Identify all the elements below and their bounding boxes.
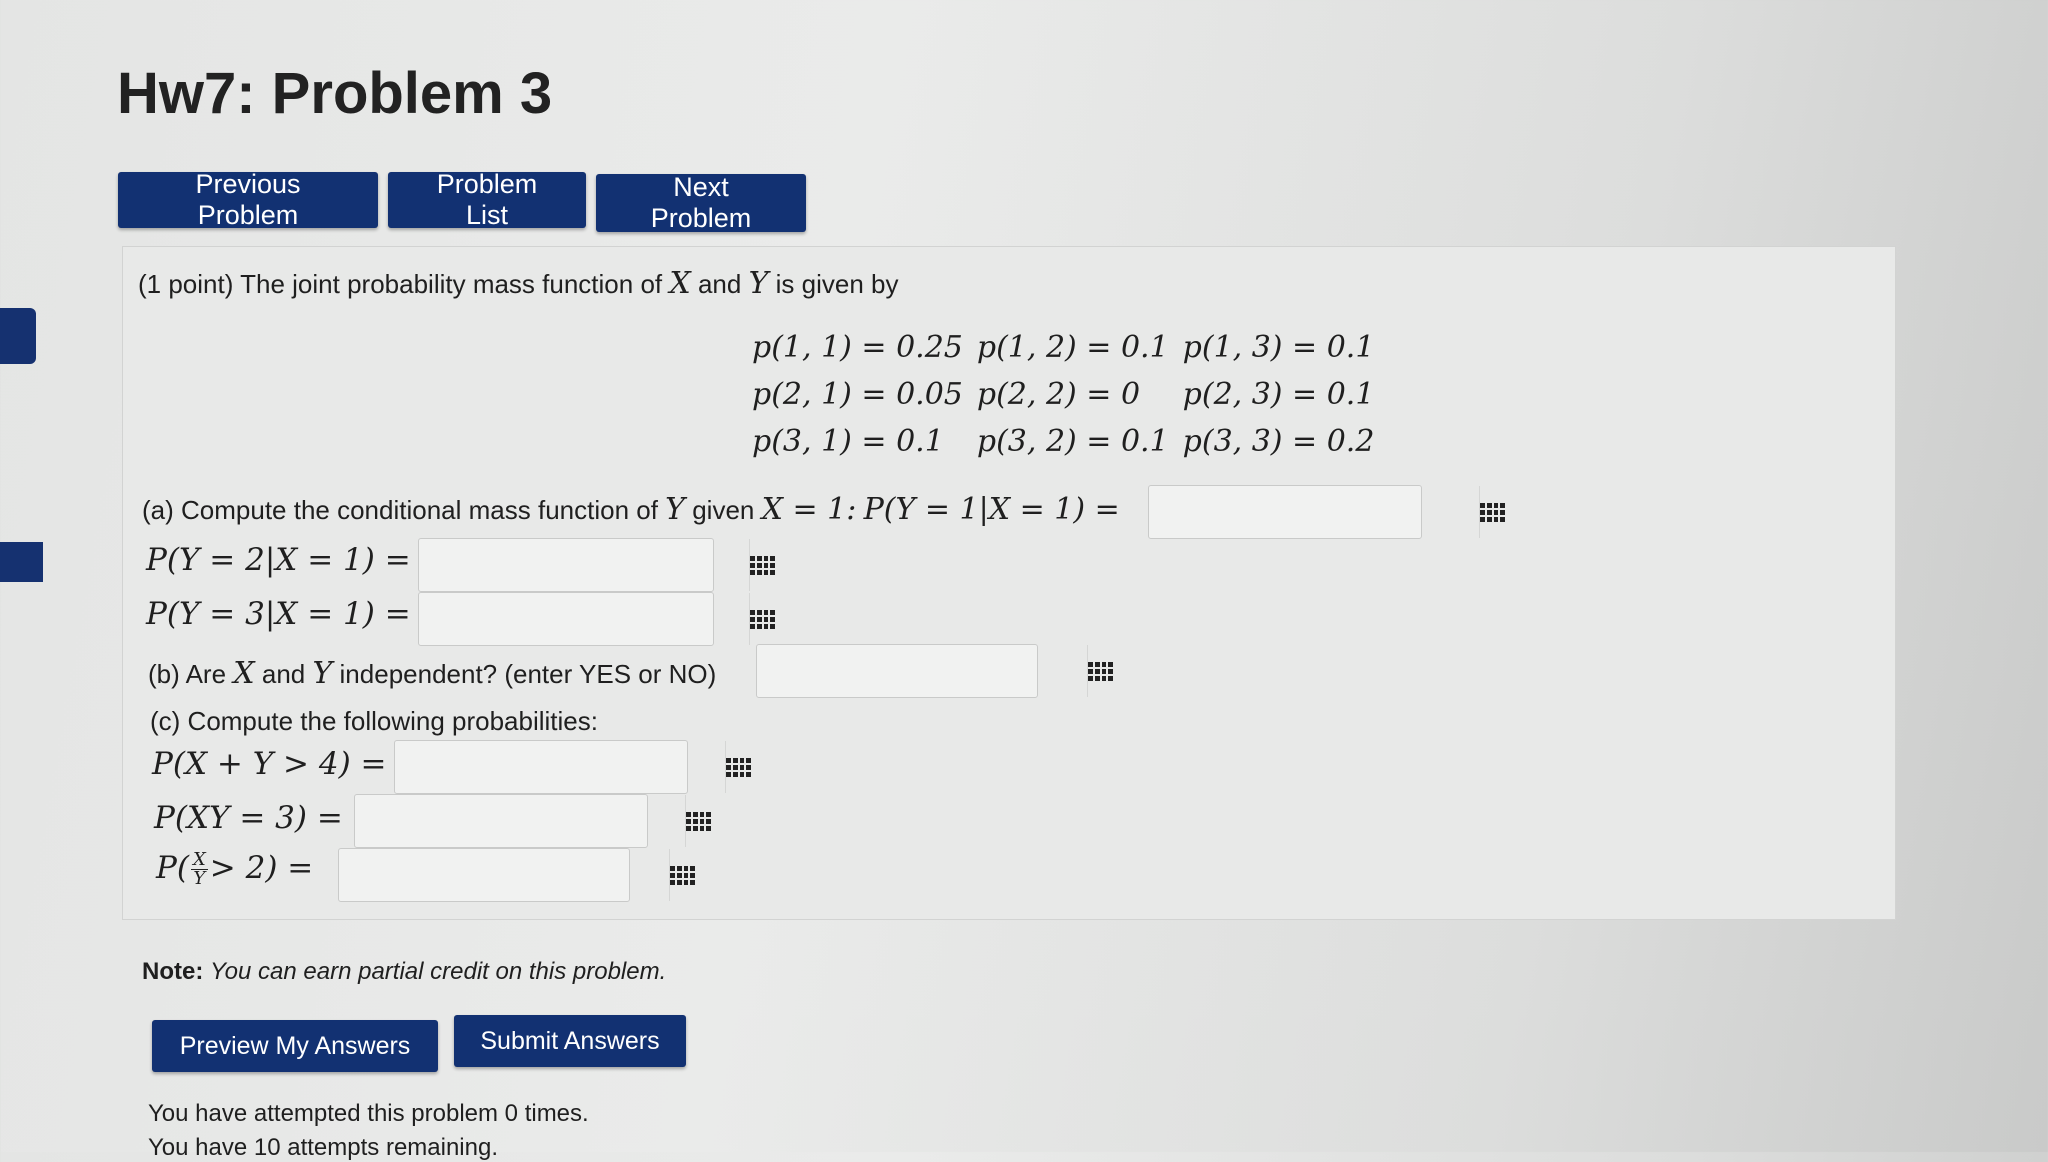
- side-tab-lower[interactable]: [0, 542, 43, 582]
- part-b-question: (b) Are X and Y independent? (enter YES …: [148, 656, 716, 691]
- part-c-eq3-label: P(X Y > 2) =: [156, 850, 313, 888]
- answer-a3-input[interactable]: [419, 593, 749, 645]
- pmf-cell: p(1, 3) = 0.1: [1182, 330, 1375, 365]
- part-b-prefix: (b) Are: [148, 659, 227, 689]
- var-x: X: [669, 266, 691, 301]
- part-c-question: (c) Compute the following probabilities:: [150, 706, 598, 736]
- part-a-eq2-label: P(Y = 2|X = 1) =: [146, 542, 411, 578]
- part-b-and: and: [261, 659, 306, 689]
- grid-icon: [750, 609, 775, 629]
- answer-c1-input[interactable]: [395, 741, 725, 793]
- part-b-suffix: independent? (enter YES or NO): [339, 659, 717, 689]
- intro-and: and: [697, 269, 742, 299]
- grid-icon: [1480, 502, 1505, 522]
- problem-navigation: Previous Problem Problem List Next Probl…: [118, 169, 806, 233]
- answer-c3-input[interactable]: [339, 849, 669, 901]
- equation-tool-button[interactable]: [749, 539, 775, 591]
- submit-answers-button[interactable]: Submit Answers: [454, 1015, 686, 1067]
- fraction-denominator: Y: [193, 868, 206, 889]
- pmf-cell: p(3, 3) = 0.2: [1182, 424, 1375, 459]
- part-a-text: (a) Compute the conditional mass functio…: [142, 495, 658, 525]
- x-over-y-fraction: XY: [190, 851, 208, 889]
- pmf-table: p(1, 1) = 0.25 p(1, 2) = 0.1 p(1, 3) = 0…: [752, 326, 1388, 467]
- previous-problem-button[interactable]: Previous Problem: [118, 169, 378, 230]
- equation-tool-button[interactable]: [1087, 645, 1113, 697]
- equation-tool-button[interactable]: [725, 741, 751, 793]
- answer-c3: [338, 848, 695, 902]
- next-problem-button[interactable]: Next Problem: [596, 172, 806, 233]
- answer-a3: [418, 592, 775, 646]
- answer-b-input[interactable]: [757, 645, 1087, 697]
- part-a-question: (a) Compute the conditional mass functio…: [142, 492, 1120, 527]
- pmf-cell: p(1, 1) = 0.25: [752, 330, 963, 365]
- part-a-eq1-label: P(Y = 1|X = 1) =: [863, 492, 1120, 527]
- equation-tool-button[interactable]: [1479, 486, 1505, 538]
- part-a-condition: X = 1:: [761, 492, 857, 527]
- pmf-cell: p(2, 3) = 0.1: [1182, 377, 1375, 412]
- page-title: Hw7: Problem 3: [117, 61, 553, 126]
- intro-text: (1 point) The joint probability mass fun…: [138, 269, 663, 299]
- attempts-remaining: You have 10 attempts remaining.: [148, 1134, 499, 1161]
- part-b-var-y: Y: [312, 656, 333, 691]
- problem-intro: (1 point) The joint probability mass fun…: [138, 266, 898, 301]
- grid-icon: [670, 865, 695, 885]
- partial-credit-note: Note: You can earn partial credit on thi…: [142, 958, 666, 986]
- equation-tool-button[interactable]: [749, 593, 775, 645]
- pmf-cell: p(2, 1) = 0.05: [752, 377, 963, 412]
- answer-a1-input[interactable]: [1149, 486, 1479, 538]
- pmf-cell: p(3, 1) = 0.1: [752, 424, 944, 459]
- pmf-cell: p(2, 2) = 0: [976, 377, 1141, 412]
- part-a-eq3-label: P(Y = 3|X = 1) =: [146, 596, 411, 632]
- grid-icon: [686, 811, 711, 831]
- part-a-given: given: [692, 495, 755, 525]
- answer-c1: [394, 740, 751, 794]
- answer-a2: [418, 538, 775, 592]
- answer-c2-input[interactable]: [355, 795, 685, 847]
- intro-suffix: is given by: [775, 269, 899, 299]
- eq3-suffix: > 2) =: [209, 850, 314, 886]
- var-y: Y: [748, 266, 769, 301]
- part-c-eq2-label: P(XY = 3) =: [154, 800, 343, 836]
- note-text: You can earn partial credit on this prob…: [210, 958, 667, 985]
- grid-icon: [726, 757, 751, 777]
- equation-tool-button[interactable]: [685, 795, 711, 847]
- problem-list-button[interactable]: Problem List: [388, 169, 586, 230]
- grid-icon: [750, 555, 775, 575]
- answer-a2-input[interactable]: [419, 539, 749, 591]
- part-a-var-y: Y: [665, 492, 685, 527]
- grid-icon: [1088, 661, 1113, 681]
- note-label: Note:: [142, 958, 204, 985]
- part-b-var-x: X: [233, 656, 255, 691]
- pmf-cell: p(3, 2) = 0.1: [976, 424, 1169, 459]
- answer-b: [756, 644, 1113, 698]
- part-c-eq1-label: P(X + Y > 4) =: [152, 746, 387, 782]
- answer-c2: [354, 794, 711, 848]
- attempt-count: You have attempted this problem 0 times.: [148, 1100, 589, 1127]
- side-tab-upper[interactable]: [0, 308, 36, 364]
- eq3-prefix: P(: [156, 850, 189, 886]
- pmf-cell: p(1, 2) = 0.1: [976, 330, 1169, 365]
- answer-a1: [1148, 485, 1505, 539]
- preview-answers-button[interactable]: Preview My Answers: [152, 1020, 438, 1072]
- equation-tool-button[interactable]: [669, 849, 695, 901]
